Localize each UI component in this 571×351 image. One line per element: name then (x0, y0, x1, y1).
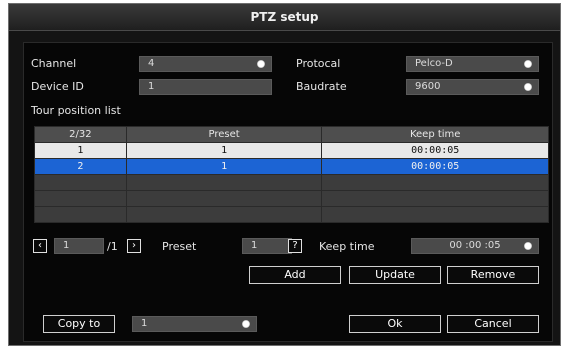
tour-position-table: 2/32 Preset Keep time 1 1 00:00:05 2 1 0… (34, 126, 549, 223)
dropdown-dot-icon[interactable] (242, 320, 250, 328)
page-total: /1 (107, 240, 118, 253)
column-header-index: 2/32 (34, 126, 127, 143)
channel-label: Channel (31, 57, 77, 70)
table-row[interactable]: 1 1 00:00:05 (34, 142, 549, 159)
device-id-value: 1 (148, 81, 155, 92)
table-cell: 1 (125, 142, 323, 159)
table-cell (125, 206, 323, 223)
table-cell (125, 190, 323, 207)
table-header-row: 2/32 Preset Keep time (34, 126, 549, 143)
baudrate-label: Baudrate (296, 80, 347, 93)
keep-time-value: 00 :00 :05 (449, 240, 501, 251)
channel-select[interactable]: 4 (139, 56, 272, 72)
table-cell (34, 190, 127, 207)
remove-button[interactable]: Remove (447, 266, 539, 284)
copy-to-button[interactable]: Copy to (43, 315, 115, 333)
add-button[interactable]: Add (249, 266, 341, 284)
table-cell (321, 206, 549, 223)
copy-to-select[interactable]: 1 (132, 316, 257, 332)
dropdown-dot-icon[interactable] (524, 83, 532, 91)
dropdown-dot-icon[interactable] (257, 60, 265, 68)
table-row[interactable] (34, 190, 549, 207)
table-cell: 2 (34, 158, 127, 175)
update-button[interactable]: Update (349, 266, 441, 284)
tour-position-list-label: Tour position list (31, 104, 121, 117)
dropdown-dot-icon[interactable] (524, 60, 532, 68)
table-row[interactable] (34, 206, 549, 223)
keep-time-label: Keep time (319, 240, 375, 253)
table-cell (321, 190, 549, 207)
dropdown-dot-icon[interactable] (524, 242, 532, 250)
protocol-label: Protocal (296, 57, 341, 70)
dialog-title: PTZ setup (9, 4, 560, 31)
table-row[interactable] (34, 174, 549, 191)
table-cell (125, 174, 323, 191)
column-header-preset: Preset (125, 126, 323, 143)
baudrate-select[interactable]: 9600 (406, 79, 539, 95)
table-cell (321, 174, 549, 191)
keep-time-input[interactable]: 00 :00 :05 (411, 238, 539, 254)
preset-input[interactable]: 1 (242, 238, 292, 254)
table-cell: 00:00:05 (321, 158, 549, 175)
table-cell (34, 206, 127, 223)
device-id-label: Device ID (31, 80, 84, 93)
preset-value: 1 (251, 240, 258, 251)
page-input[interactable]: 1 (54, 238, 104, 254)
column-header-keep-time: Keep time (321, 126, 549, 143)
ok-button[interactable]: Ok (349, 315, 441, 333)
preset-label: Preset (162, 240, 197, 253)
ptz-setup-dialog: PTZ setup Channel 4 Protocal Pelco-D Dev… (8, 3, 561, 346)
chevron-right-icon[interactable]: › (127, 239, 141, 253)
table-cell: 1 (34, 142, 127, 159)
table-cell: 1 (125, 158, 323, 175)
copy-to-value: 1 (141, 318, 148, 329)
chevron-left-icon[interactable]: ‹ (33, 239, 47, 253)
help-icon[interactable]: ? (288, 239, 302, 253)
cancel-button[interactable]: Cancel (447, 315, 539, 333)
protocol-value: Pelco-D (415, 58, 453, 69)
protocol-select[interactable]: Pelco-D (406, 56, 539, 72)
device-id-input[interactable]: 1 (139, 79, 272, 95)
page-value: 1 (63, 240, 70, 251)
baudrate-value: 9600 (415, 81, 441, 92)
table-cell (34, 174, 127, 191)
channel-value: 4 (148, 58, 155, 69)
table-row[interactable]: 2 1 00:00:05 (34, 158, 549, 175)
table-cell: 00:00:05 (321, 142, 549, 159)
